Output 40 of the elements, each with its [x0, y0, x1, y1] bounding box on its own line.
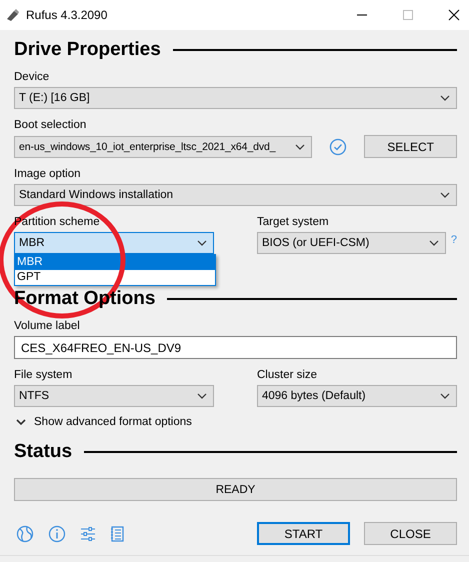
section-heading: Status: [14, 441, 72, 463]
cluster-size-dropdown[interactable]: 4096 bytes (Default): [257, 385, 457, 407]
volume-label-field[interactable]: CES_X64FREO_EN-US_DV9: [14, 336, 457, 359]
chevron-down-icon: [440, 393, 450, 399]
dropdown-option[interactable]: GPT: [15, 270, 215, 285]
boot-selection-dropdown[interactable]: en-us_windows_10_iot_enterprise_ltsc_2021_x64_dvd_: [14, 136, 312, 158]
field-label: Device: [14, 70, 50, 84]
settings-icon[interactable]: [80, 526, 96, 542]
field-label: Image option: [14, 167, 80, 181]
field-label: Volume label: [14, 319, 80, 333]
field-label: File system: [14, 368, 72, 382]
chevron-down-icon: [197, 393, 207, 399]
chevron-down-icon: [295, 144, 306, 150]
target-system-dropdown[interactable]: BIOS (or UEFI-CSM): [257, 232, 446, 254]
window-title: Rufus 4.3.2090: [26, 8, 108, 22]
file-system-dropdown[interactable]: NTFS: [14, 385, 214, 407]
dialog-button[interactable]: START: [257, 522, 350, 545]
info-icon[interactable]: [48, 524, 66, 542]
usb-drive-icon: [6, 8, 20, 22]
chevron-down-icon: [440, 95, 450, 101]
device-dropdown[interactable]: T (E:) [16 GB]: [14, 87, 457, 109]
field-label: Target system: [257, 215, 329, 229]
log-icon[interactable]: [110, 526, 124, 542]
chevron-icon: [16, 418, 26, 426]
dropdown-option[interactable]: MBR: [15, 255, 215, 270]
close-icon[interactable]: [448, 9, 460, 21]
maximize-icon[interactable]: [402, 9, 414, 21]
globe-icon[interactable]: [16, 524, 34, 542]
chevron-down-icon: [440, 192, 450, 198]
image-option-dropdown[interactable]: Standard Windows installation: [14, 184, 457, 206]
select-button[interactable]: SELECT: [364, 135, 457, 158]
advanced-options-toggle[interactable]: Show advanced format options: [14, 416, 192, 428]
status-bar: READY: [14, 478, 457, 501]
field-label: Boot selection: [14, 118, 86, 132]
section-heading: Drive Properties: [14, 39, 161, 61]
field-label: Cluster size: [257, 368, 318, 382]
partition-scheme-dropdown[interactable]: MBR: [14, 232, 214, 254]
dialog-button[interactable]: CLOSE: [364, 522, 457, 545]
chevron-down-icon: [428, 240, 439, 246]
chevron-down-icon: [197, 240, 207, 246]
